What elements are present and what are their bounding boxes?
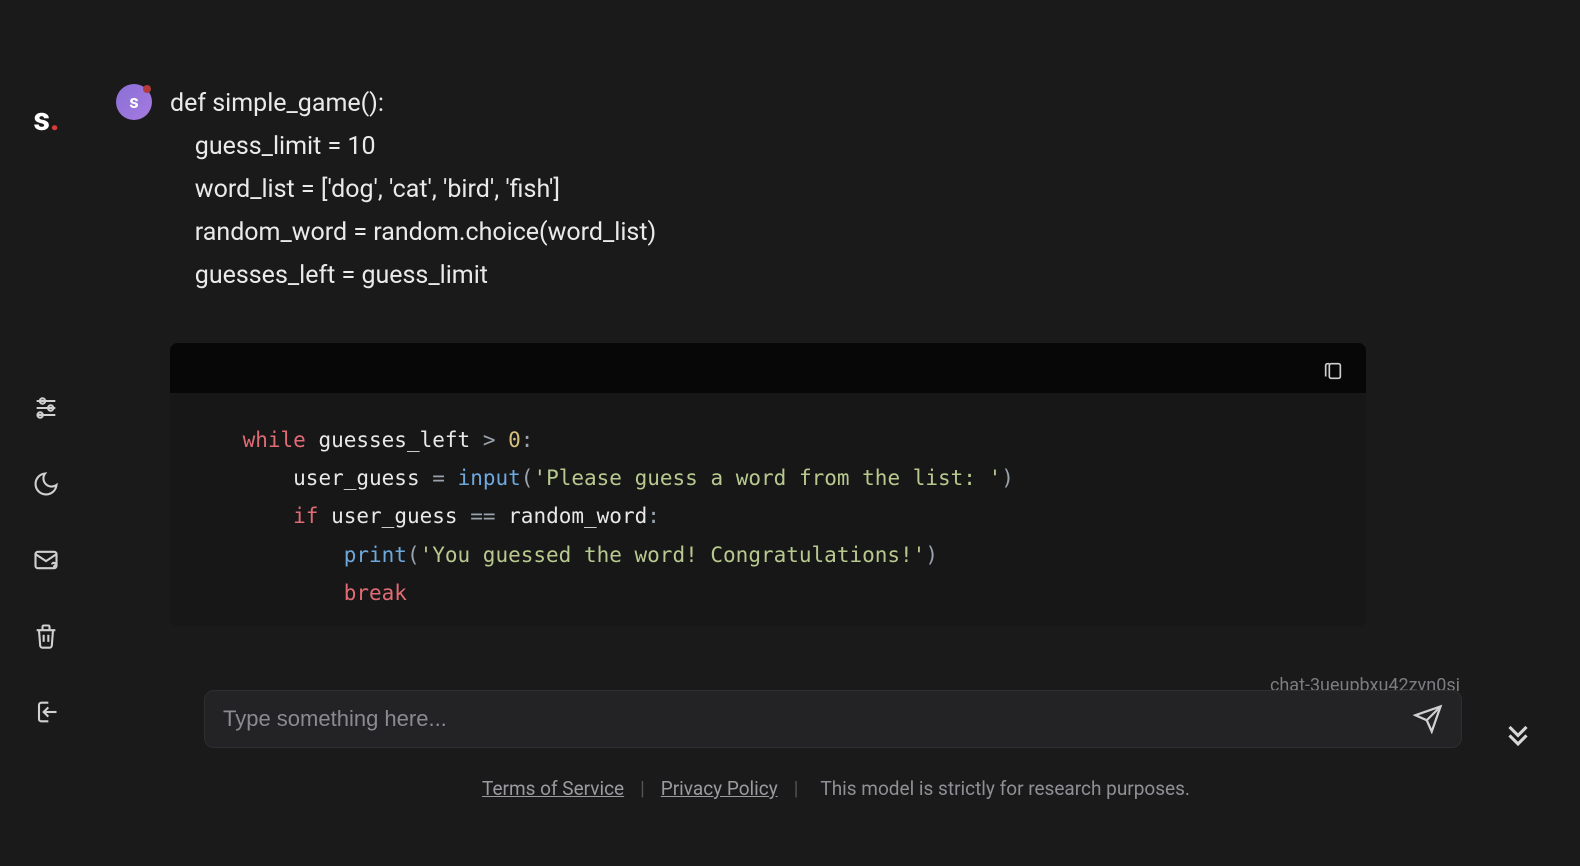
logo: s. bbox=[0, 100, 92, 138]
privacy-link[interactable]: Privacy Policy bbox=[661, 777, 778, 800]
code-block: while guesses_left > 0: user_guess = inp… bbox=[170, 343, 1366, 626]
send-icon[interactable] bbox=[1413, 704, 1443, 734]
chat-input[interactable] bbox=[223, 706, 1413, 732]
copy-icon[interactable] bbox=[1322, 355, 1344, 381]
footer: Terms of Service | Privacy Policy | This… bbox=[92, 777, 1580, 800]
logo-dot: . bbox=[50, 100, 58, 138]
assistant-message: s def simple_game(): guess_limit = 10 wo… bbox=[116, 82, 1396, 626]
message-plain-code: def simple_game(): guess_limit = 10 word… bbox=[170, 82, 1396, 297]
sidebar-icons bbox=[0, 390, 92, 730]
footer-note: This model is strictly for research purp… bbox=[820, 777, 1190, 800]
scroll-down-icon[interactable] bbox=[1496, 712, 1540, 756]
footer-sep-2: | bbox=[794, 777, 799, 800]
code-block-header bbox=[170, 343, 1366, 393]
mail-question-icon[interactable] bbox=[28, 542, 64, 578]
avatar: s bbox=[116, 84, 152, 120]
terms-link[interactable]: Terms of Service bbox=[482, 777, 624, 800]
logout-icon[interactable] bbox=[28, 694, 64, 730]
sidebar: s. bbox=[0, 0, 92, 866]
logo-text: s bbox=[34, 100, 49, 138]
trash-icon[interactable] bbox=[28, 618, 64, 654]
main-area: s def simple_game(): guess_limit = 10 wo… bbox=[92, 0, 1580, 866]
settings-sliders-icon[interactable] bbox=[28, 390, 64, 426]
message-body: def simple_game(): guess_limit = 10 word… bbox=[170, 82, 1396, 626]
avatar-letter: s bbox=[129, 92, 138, 113]
app-root: s. s bbox=[0, 0, 1580, 866]
chat-input-row bbox=[204, 690, 1462, 748]
footer-sep-1: | bbox=[640, 777, 645, 800]
code-block-content: while guesses_left > 0: user_guess = inp… bbox=[170, 393, 1366, 626]
moon-icon[interactable] bbox=[28, 466, 64, 502]
